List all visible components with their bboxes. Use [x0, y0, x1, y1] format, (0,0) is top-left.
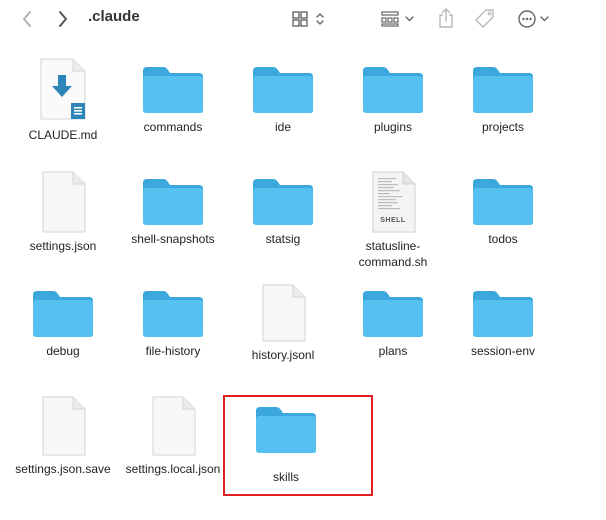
folder-icon: [143, 67, 203, 113]
folder-item-shell-snapshots[interactable]: shell-snapshots: [118, 177, 228, 247]
item-label: projects: [481, 120, 525, 134]
folder-item-projects[interactable]: projects: [448, 65, 558, 135]
document-icon: [262, 284, 306, 342]
folder-item-todos[interactable]: todos: [448, 177, 558, 247]
tag-icon[interactable]: [474, 8, 496, 30]
folder-icon: [473, 67, 533, 113]
grid-view-icon[interactable]: [290, 9, 332, 29]
file-item-settings-json[interactable]: settings.json: [8, 170, 118, 254]
item-label: settings.json: [29, 239, 97, 253]
chevron-right-icon[interactable]: [52, 8, 74, 30]
share-icon[interactable]: [436, 7, 456, 29]
file-item-settings-json-save[interactable]: settings.json.save: [8, 395, 118, 477]
window-title: .claude: [88, 8, 140, 25]
item-label: ide: [274, 120, 291, 134]
folder-item-session-env[interactable]: session-env: [448, 289, 558, 359]
finder-toolbar: .claude: [0, 0, 606, 38]
item-label: history.jsonl: [251, 348, 315, 362]
highlight-box: [223, 395, 373, 496]
markdown-file-icon: [40, 58, 86, 120]
item-label: plans: [378, 344, 408, 358]
item-label: CLAUDE.md: [28, 128, 98, 142]
item-label: session-env: [470, 344, 536, 358]
folder-item-plans[interactable]: plans: [338, 289, 448, 359]
item-label: debug: [46, 344, 80, 358]
item-label: file-history: [145, 344, 201, 358]
file-item-history-jsonl[interactable]: history.jsonl: [228, 283, 338, 363]
document-icon: [152, 396, 196, 456]
folder-item-commands[interactable]: commands: [118, 65, 228, 135]
folder-item-debug[interactable]: debug: [8, 289, 118, 359]
folder-icon: [33, 291, 93, 337]
item-label: statsig: [265, 232, 301, 246]
file-item-statusline-command-sh[interactable]: SHELL statusline-command.sh: [338, 170, 448, 270]
group-by-icon[interactable]: [380, 9, 420, 29]
folder-icon: [473, 291, 533, 337]
folder-icon: [363, 291, 423, 337]
folder-item-plugins[interactable]: plugins: [338, 65, 448, 135]
folder-icon: [253, 67, 313, 113]
folder-icon: [473, 179, 533, 225]
document-icon: [42, 396, 86, 456]
item-label: settings.json.save: [15, 462, 111, 476]
folder-icon: [363, 67, 423, 113]
shell-badge: SHELL: [380, 217, 406, 224]
shell-script-icon: [372, 171, 416, 233]
item-label: commands: [143, 120, 203, 134]
folder-item-ide[interactable]: ide: [228, 65, 338, 135]
file-item-claude-md[interactable]: CLAUDE.md: [8, 57, 118, 143]
folder-item-statsig[interactable]: statsig: [228, 177, 338, 247]
item-label: statusline-command.sh: [358, 239, 428, 269]
item-label: settings.local.json: [125, 462, 221, 476]
folder-icon: [253, 179, 313, 225]
item-label: todos: [488, 232, 518, 246]
file-item-settings-local-json[interactable]: settings.local.json: [118, 395, 228, 477]
folder-icon: [143, 291, 203, 337]
document-icon: [42, 171, 86, 233]
chevron-left-icon[interactable]: [16, 8, 38, 30]
item-label: shell-snapshots: [131, 232, 215, 246]
folder-item-file-history[interactable]: file-history: [118, 289, 228, 359]
item-label: plugins: [373, 120, 413, 134]
ellipsis-circle-icon[interactable]: [516, 8, 556, 30]
folder-icon: [143, 179, 203, 225]
